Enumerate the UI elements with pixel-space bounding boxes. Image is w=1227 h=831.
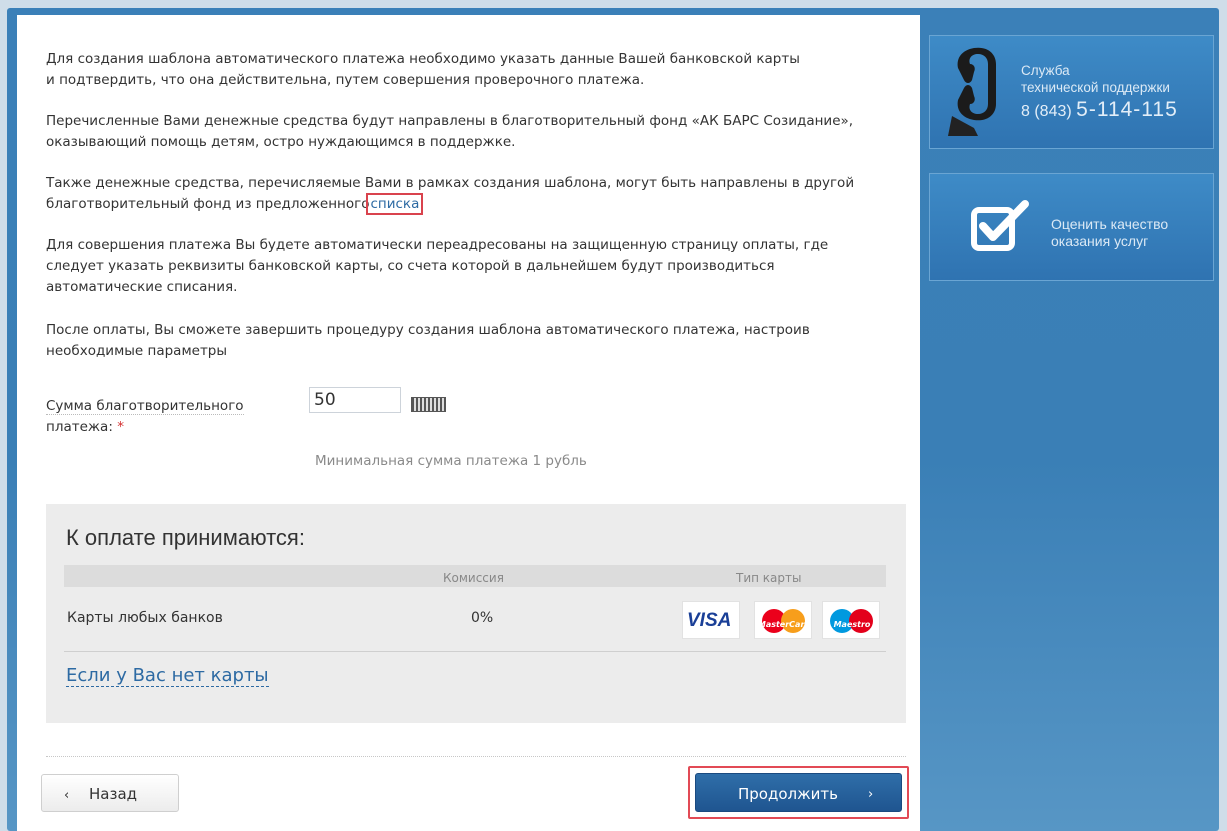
bank-cell: Карты любых банков <box>67 610 223 626</box>
intro-text: Для совершения платежа Вы будете автомат… <box>46 237 829 253</box>
fund-list-link[interactable]: списка <box>366 193 424 215</box>
checkbox-check-icon <box>971 200 1029 251</box>
intro-text: благотворительный фонд из предложенного <box>46 196 370 212</box>
maestro-logo-text: Maestro <box>833 620 871 629</box>
maestro-logo: Maestro <box>822 601 880 639</box>
intro-paragraph-2: Перечисленные Вами денежные средства буд… <box>46 111 916 153</box>
virtual-keyboard-icon[interactable] <box>411 397 446 412</box>
mastercard-logo: MasterCard <box>754 601 812 639</box>
visa-logo: VISA <box>682 601 740 639</box>
no-card-link[interactable]: Если у Вас нет карты <box>66 666 269 687</box>
support-phone-number: 5-114-115 <box>1076 98 1178 121</box>
continue-button[interactable]: Продолжить › <box>695 773 902 812</box>
mastercard-logo-text: MasterCard <box>757 620 811 629</box>
amount-label-line2: платежа: <box>46 419 113 435</box>
commission-header: Комиссия <box>443 571 504 585</box>
table-row: Карты любых банков 0% VISA MasterCard Ma… <box>64 587 886 652</box>
chevron-left-icon: ‹ <box>64 788 70 803</box>
intro-paragraph-4: Для совершения платежа Вы будете автомат… <box>46 235 916 298</box>
chevron-right-icon: › <box>868 787 874 802</box>
intro-paragraph-5: После оплаты, Вы сможете завершить проце… <box>46 320 916 362</box>
amount-label-line1: Сумма благотворительного <box>46 398 244 415</box>
payment-table-header: Комиссия Тип карты <box>64 565 886 587</box>
main-panel: Для создания шаблона автоматического пла… <box>17 15 920 831</box>
phone-handset-icon <box>948 47 996 136</box>
support-phone: 8 (843) 5-114-115 <box>1021 98 1178 122</box>
intro-paragraph-1: Для создания шаблона автоматического пла… <box>46 49 916 91</box>
intro-text: Перечисленные Вами денежные средства буд… <box>46 113 854 129</box>
intro-paragraph-3: Также денежные средства, перечисляемые В… <box>46 173 916 215</box>
visa-logo-text: VISA <box>687 610 732 631</box>
back-button[interactable]: ‹ Назад <box>41 774 179 812</box>
required-mark: * <box>117 419 124 435</box>
intro-text: После оплаты, Вы сможете завершить проце… <box>46 322 810 338</box>
min-amount-hint: Минимальная сумма платежа 1 рубль <box>315 453 587 469</box>
support-title-line1: Служба <box>1021 63 1070 78</box>
support-title-line2: технической поддержки <box>1021 80 1170 95</box>
intro-text: следует указать реквизиты банковской кар… <box>46 258 775 274</box>
payment-methods-box: К оплате принимаются: Комиссия Тип карты… <box>46 504 906 723</box>
support-phone-code: 8 (843) <box>1021 103 1072 120</box>
intro-text: и подтвердить, что она действительна, пу… <box>46 72 645 88</box>
intro-text: необходимые параметры <box>46 343 228 359</box>
amount-input[interactable] <box>309 387 401 413</box>
intro-text: Для создания шаблона автоматического пла… <box>46 51 800 67</box>
back-button-label: Назад <box>89 785 138 803</box>
payment-title: К оплате принимаются: <box>66 525 305 550</box>
intro-text: оказывающий помощь детям, остро нуждающи… <box>46 134 516 150</box>
fee-cell: 0% <box>471 610 494 626</box>
support-banner[interactable]: Служба технической поддержки 8 (843) 5-1… <box>929 35 1214 149</box>
intro-text: автоматические списания. <box>46 279 238 295</box>
intro-text: Также денежные средства, перечисляемые В… <box>46 175 855 191</box>
divider <box>46 756 906 757</box>
continue-button-label: Продолжить <box>738 785 838 803</box>
rate-service-line2: оказания услуг <box>1051 233 1149 249</box>
amount-label: Сумма благотворительного платежа: * <box>46 396 286 438</box>
rate-service-banner[interactable]: Оценить качество оказания услуг <box>929 173 1214 281</box>
rate-service-line1: Оценить качество <box>1051 216 1169 232</box>
card-type-header: Тип карты <box>736 571 802 585</box>
